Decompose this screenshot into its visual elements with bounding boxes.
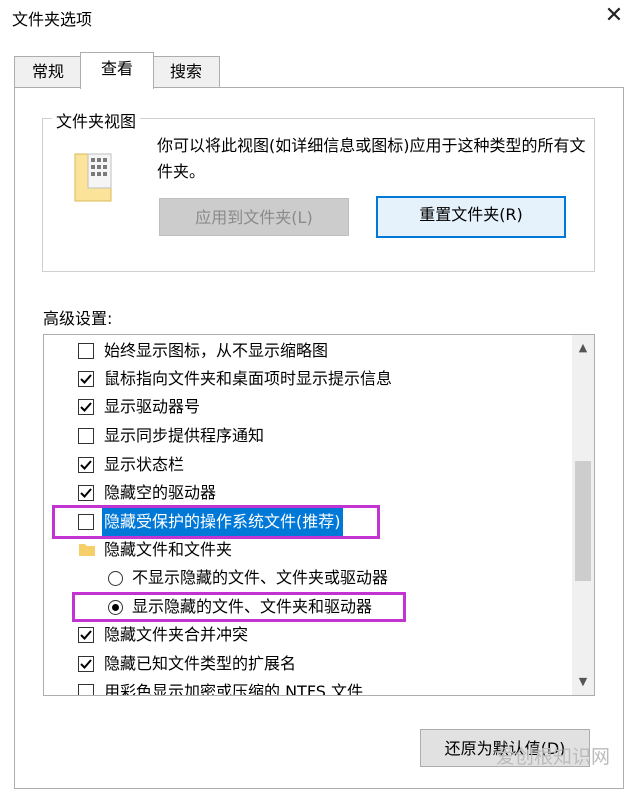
tab-bar: 常规 查看 搜索 (0, 52, 640, 89)
list-item-label: 隐藏文件和文件夹 (104, 540, 233, 559)
scroll-up-icon[interactable]: ▲ (572, 337, 594, 359)
checkbox-checked[interactable] (78, 656, 94, 672)
tab-search[interactable]: 搜索 (152, 56, 220, 87)
folder-views-label: 文件夹视图 (52, 108, 141, 132)
watermark-text: 爱创根知识网 (496, 746, 611, 768)
list-item-label: 隐藏已知文件类型的扩展名 (104, 654, 297, 673)
checkbox-checked[interactable] (78, 485, 94, 501)
list-item-label: 不显示隐藏的文件、文件夹或驱动器 (132, 568, 389, 587)
window-title: 文件夹选项 (12, 10, 93, 29)
radio-button[interactable] (108, 571, 123, 586)
folder-icon (79, 544, 95, 556)
annotation-highlight-box (52, 505, 380, 539)
folder-views-description: 你可以将此视图(如详细信息或图标)应用于这种类型的所有文件夹。 (157, 136, 586, 181)
scrollbar-thumb[interactable] (575, 461, 591, 581)
vertical-scrollbar[interactable]: ▲ ▼ (572, 335, 594, 695)
list-item-label: 显示状态栏 (104, 455, 185, 474)
list-item-label: 显示驱动器号 (104, 397, 201, 416)
list-item-label: 鼠标指向文件夹和桌面项时显示提示信息 (104, 369, 393, 388)
checkbox-checked[interactable] (78, 457, 94, 473)
tab-general[interactable]: 常规 (14, 56, 82, 87)
tab-view[interactable]: 查看 (80, 52, 154, 89)
list-item-label: 始终显示图标，从不显示缩略图 (104, 341, 329, 360)
scroll-down-icon[interactable]: ▼ (572, 671, 594, 693)
annotation-highlight-box (72, 592, 406, 622)
checkbox[interactable] (78, 343, 94, 359)
checkbox[interactable] (78, 684, 94, 695)
checkbox-checked[interactable] (78, 399, 94, 415)
apply-to-folders-button[interactable]: 应用到文件夹(L) (159, 198, 349, 236)
checkbox-checked[interactable] (78, 627, 94, 643)
advanced-settings-label: 高级设置: (43, 309, 113, 328)
reset-folders-button[interactable]: 重置文件夹(R) (376, 196, 566, 238)
list-item-label: 隐藏空的驱动器 (104, 483, 217, 502)
folder-views-icon (74, 153, 112, 202)
close-icon[interactable]: ✕ (600, 2, 628, 30)
checkbox-checked[interactable] (78, 371, 94, 387)
list-item-label: 显示同步提供程序通知 (104, 426, 265, 445)
list-item-label: 隐藏文件夹合并冲突 (104, 625, 249, 644)
checkbox[interactable] (78, 428, 94, 444)
list-item-label: 用彩色显示加密或压缩的 NTFS 文件 (104, 682, 363, 696)
